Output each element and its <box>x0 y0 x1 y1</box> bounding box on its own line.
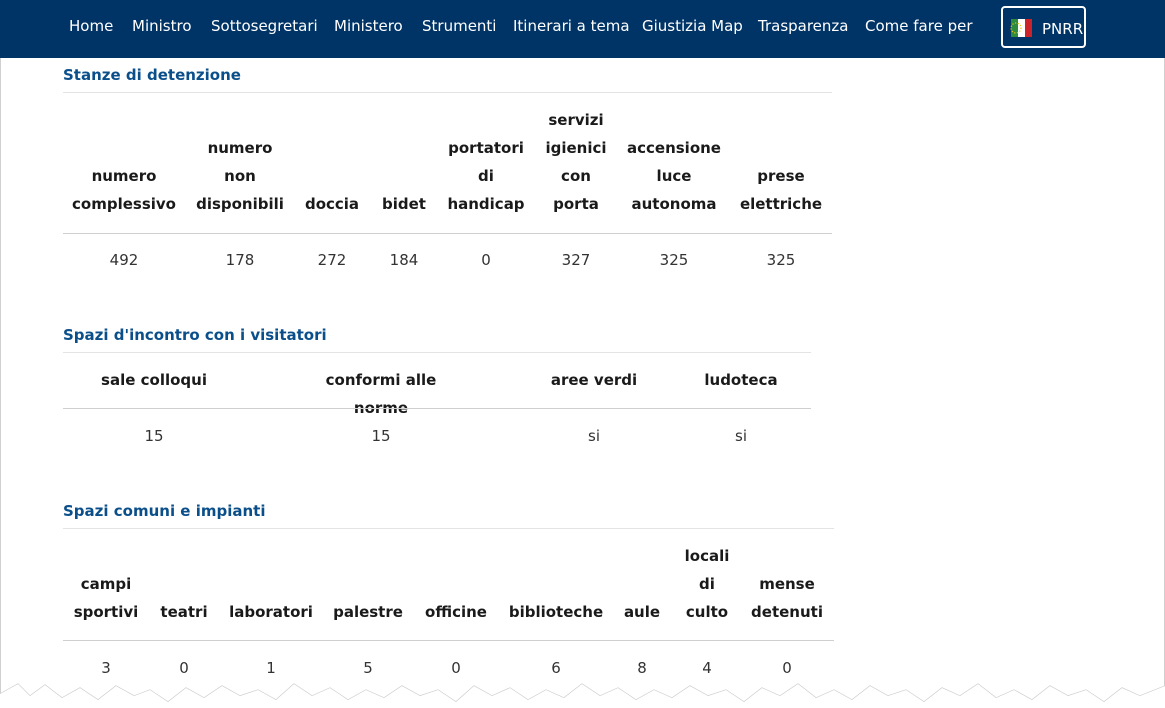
section-title-spazi-comuni: Spazi comuni e impianti <box>63 502 266 520</box>
pnrr-flag-icon <box>1010 19 1032 37</box>
column-header: ludoteca <box>704 371 778 389</box>
column-header: numero <box>207 139 273 157</box>
table-cell: 325 <box>766 251 796 269</box>
column-header: sale colloqui <box>101 371 207 389</box>
section-title-spazi-incontro: Spazi d'incontro con i visitatori <box>63 326 327 344</box>
divider <box>63 352 811 353</box>
column-header: complessivo <box>72 195 176 213</box>
column-header: prese <box>757 167 805 185</box>
divider <box>63 408 811 409</box>
nav-giustizia-map[interactable]: Giustizia Map <box>642 17 743 35</box>
column-header: numero <box>91 167 157 185</box>
column-header: elettriche <box>739 195 823 213</box>
column-header: aree verdi <box>550 371 638 389</box>
table-cell: 0 <box>782 659 792 677</box>
column-header: non <box>224 167 256 185</box>
nav-itinerari-a-tema[interactable]: Itinerari a tema <box>513 17 630 35</box>
nav-ministro[interactable]: Ministro <box>132 17 192 35</box>
table-cell: 15 <box>144 427 164 445</box>
nav-trasparenza[interactable]: Trasparenza <box>758 17 848 35</box>
table-cell: 15 <box>371 427 391 445</box>
torn-edge <box>0 683 1165 708</box>
section-title-stanze: Stanze di detenzione <box>63 66 241 84</box>
nav-come-fare-per[interactable]: Come fare per <box>865 17 972 35</box>
divider <box>63 528 834 529</box>
column-header: servizi <box>548 111 604 129</box>
top-navigation: Home Ministro Sottosegretari Ministero S… <box>0 0 1165 58</box>
divider <box>63 640 834 641</box>
table-cell: si <box>735 427 747 445</box>
divider <box>63 233 832 234</box>
nav-ministero[interactable]: Ministero <box>334 17 403 35</box>
column-header: locali <box>684 547 730 565</box>
table-cell: 492 <box>109 251 139 269</box>
divider <box>63 92 832 93</box>
nav-home[interactable]: Home <box>69 17 113 35</box>
nav-strumenti[interactable]: Strumenti <box>422 17 496 35</box>
table-cell: si <box>588 427 600 445</box>
column-header: mense <box>759 575 815 593</box>
column-header: detenuti <box>751 603 823 621</box>
column-header: conformi alle norme <box>325 371 437 417</box>
pnrr-label: PNRR <box>1042 20 1084 38</box>
nav-sottosegretari[interactable]: Sottosegretari <box>211 17 318 35</box>
pnrr-button[interactable]: PNRR <box>1001 6 1086 48</box>
column-header: campi <box>80 575 132 593</box>
column-header: accensione <box>627 139 721 157</box>
